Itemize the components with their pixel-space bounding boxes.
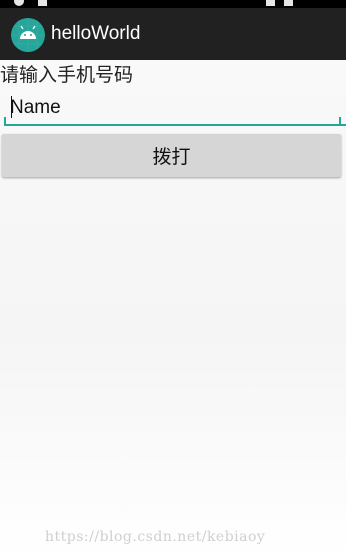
input-underline-right	[339, 117, 341, 125]
app-bar: helloWorld	[0, 8, 346, 60]
app-title: helloWorld	[51, 23, 141, 44]
status-bar	[0, 0, 346, 8]
android-icon	[11, 18, 45, 52]
dial-button[interactable]: 拨打	[2, 134, 341, 177]
input-underline-left	[4, 117, 6, 125]
battery-icon	[284, 0, 293, 6]
main-content: 请输入手机号码 拨打	[0, 60, 346, 559]
notification-icon	[14, 0, 24, 6]
text-cursor	[11, 96, 12, 118]
phone-prompt-label: 请输入手机号码	[0, 64, 134, 86]
notification-icon	[38, 0, 47, 6]
signal-icon	[266, 0, 275, 6]
phone-number-input[interactable]	[4, 92, 346, 126]
watermark: https://blog.csdn.net/kebiaoy	[45, 529, 266, 545]
